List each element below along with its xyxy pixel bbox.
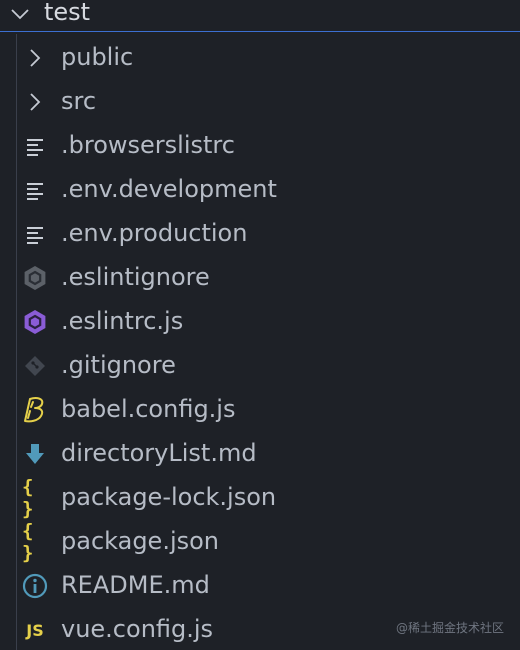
- file-item-eslintrc[interactable]: .eslintrc.js: [0, 299, 520, 343]
- javascript-icon: JS: [26, 620, 44, 640]
- text-file-icon: [22, 177, 48, 203]
- list-item-label: src: [61, 87, 97, 115]
- list-item-label: .env.production: [61, 219, 248, 247]
- folder-item-public[interactable]: public: [0, 35, 520, 79]
- chevron-right-icon: [22, 89, 48, 115]
- text-file-icon: [22, 133, 48, 159]
- file-item-package-lock[interactable]: { } package-lock.json: [0, 475, 520, 520]
- list-item-label: public: [61, 43, 134, 71]
- json-icon: { }: [22, 520, 33, 564]
- list-item-label: .eslintignore: [61, 263, 210, 291]
- file-item-package-json[interactable]: { } package.json: [0, 519, 520, 564]
- file-explorer: test public src .browserslistrc .env.dev…: [0, 0, 520, 650]
- json-icon: { }: [22, 476, 33, 520]
- chevron-right-icon: [22, 45, 48, 71]
- babel-icon: [22, 397, 48, 423]
- file-item-babel-config[interactable]: babel.config.js: [0, 387, 520, 431]
- file-item-env-development[interactable]: .env.development: [0, 167, 520, 211]
- file-item-directorylist[interactable]: directoryList.md: [0, 431, 520, 475]
- watermark: @稀土掘金技术社区: [395, 621, 504, 635]
- list-item-label: .gitignore: [61, 351, 176, 379]
- file-item-env-production[interactable]: .env.production: [0, 211, 520, 255]
- list-item-label: package-lock.json: [61, 483, 277, 511]
- list-item-label: vue.config.js: [61, 615, 214, 643]
- eslint-ignore-icon: [22, 265, 48, 291]
- list-item-label: .env.development: [61, 175, 277, 203]
- list-item-label: .browserslistrc: [61, 131, 235, 159]
- text-file-icon: [22, 221, 48, 247]
- info-icon: [22, 573, 48, 599]
- list-item-label: .eslintrc.js: [61, 307, 184, 335]
- list-item-label: babel.config.js: [61, 395, 236, 423]
- markdown-download-icon: [22, 441, 48, 467]
- file-item-eslintignore[interactable]: .eslintignore: [0, 255, 520, 299]
- list-item-label: README.md: [61, 571, 210, 599]
- eslint-icon: [22, 309, 48, 335]
- file-item-browserslistrc[interactable]: .browserslistrc: [0, 123, 520, 167]
- folder-header-test[interactable]: test: [0, 0, 520, 32]
- folder-item-src[interactable]: src: [0, 79, 520, 123]
- list-item-label: directoryList.md: [61, 439, 257, 467]
- list-item-label: package.json: [61, 527, 220, 555]
- folder-name: test: [44, 0, 91, 26]
- chevron-down-icon: [9, 3, 31, 25]
- git-icon: [22, 353, 48, 379]
- file-item-readme[interactable]: README.md: [0, 563, 520, 607]
- file-list: public src .browserslistrc .env.developm…: [0, 35, 520, 650]
- file-item-gitignore[interactable]: .gitignore: [0, 343, 520, 387]
